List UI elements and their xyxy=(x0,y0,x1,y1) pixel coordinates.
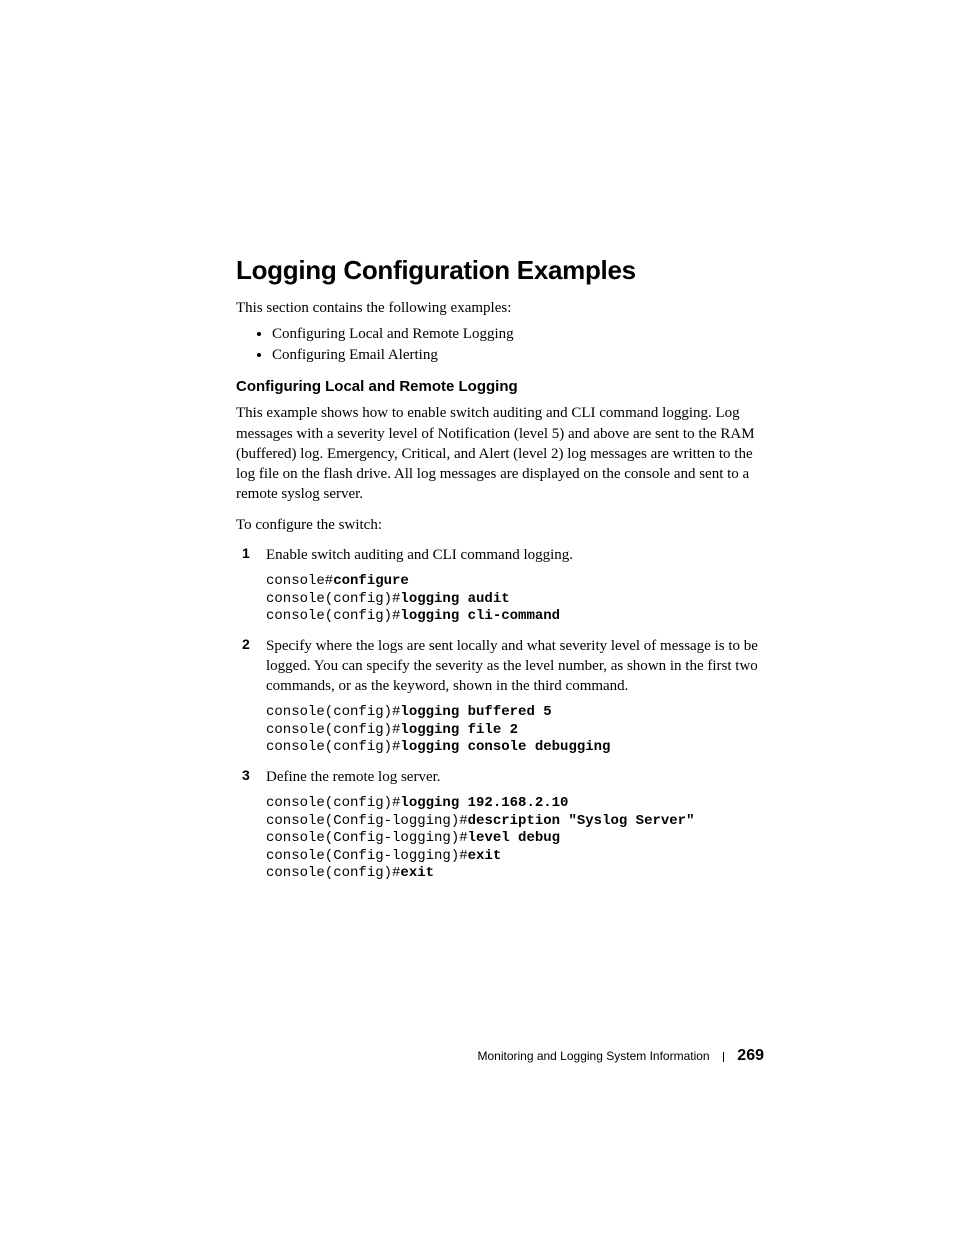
code-pre: console# xyxy=(266,573,333,589)
section-paragraph: This example shows how to enable switch … xyxy=(236,403,764,504)
code-pre: console(config)# xyxy=(266,608,400,624)
code-pre: console(config)# xyxy=(266,739,400,755)
page-footer: Monitoring and Logging System Informatio… xyxy=(236,1047,764,1065)
toc-item: Configuring Email Alerting xyxy=(272,347,764,364)
code-bold: logging console debugging xyxy=(400,739,610,755)
code-pre: console(Config-logging)# xyxy=(266,813,468,829)
step-text: Define the remote log server. xyxy=(266,767,764,787)
toc-item: Configuring Local and Remote Logging xyxy=(272,326,764,343)
code-pre: console(config)# xyxy=(266,795,400,811)
code-block: console#configure console(config)#loggin… xyxy=(266,573,764,626)
footer-separator xyxy=(723,1052,724,1062)
step-text: Enable switch auditing and CLI command l… xyxy=(266,545,764,565)
code-bold: level debug xyxy=(468,830,560,846)
code-bold: configure xyxy=(333,573,409,589)
code-block: console(config)#logging 192.168.2.10 con… xyxy=(266,795,764,883)
code-block: console(config)#logging buffered 5 conso… xyxy=(266,704,764,757)
page-title: Logging Configuration Examples xyxy=(236,255,764,286)
code-bold: logging buffered 5 xyxy=(400,704,551,720)
step-item: Enable switch auditing and CLI command l… xyxy=(236,545,764,626)
document-page: Logging Configuration Examples This sect… xyxy=(0,0,954,1235)
code-pre: console(config)# xyxy=(266,591,400,607)
section-heading: Configuring Local and Remote Logging xyxy=(236,378,764,395)
steps-list: Enable switch auditing and CLI command l… xyxy=(236,545,764,883)
code-bold: description "Syslog Server" xyxy=(468,813,695,829)
code-pre: console(config)# xyxy=(266,722,400,738)
step-item: Define the remote log server. console(co… xyxy=(236,767,764,883)
section-paragraph: To configure the switch: xyxy=(236,515,764,535)
code-bold: logging file 2 xyxy=(400,722,518,738)
code-pre: console(Config-logging)# xyxy=(266,830,468,846)
toc-list: Configuring Local and Remote Logging Con… xyxy=(236,326,764,364)
code-pre: console(config)# xyxy=(266,704,400,720)
footer-page-number: 269 xyxy=(737,1047,764,1064)
code-bold: logging cli-command xyxy=(400,608,560,624)
step-item: Specify where the logs are sent locally … xyxy=(236,636,764,757)
code-bold: logging 192.168.2.10 xyxy=(400,795,568,811)
code-pre: console(Config-logging)# xyxy=(266,848,468,864)
step-text: Specify where the logs are sent locally … xyxy=(266,636,764,697)
code-pre: console(config)# xyxy=(266,865,400,881)
code-bold: exit xyxy=(468,848,502,864)
footer-chapter: Monitoring and Logging System Informatio… xyxy=(477,1049,709,1063)
intro-paragraph: This section contains the following exam… xyxy=(236,298,764,318)
code-bold: exit xyxy=(400,865,434,881)
code-bold: logging audit xyxy=(400,591,509,607)
